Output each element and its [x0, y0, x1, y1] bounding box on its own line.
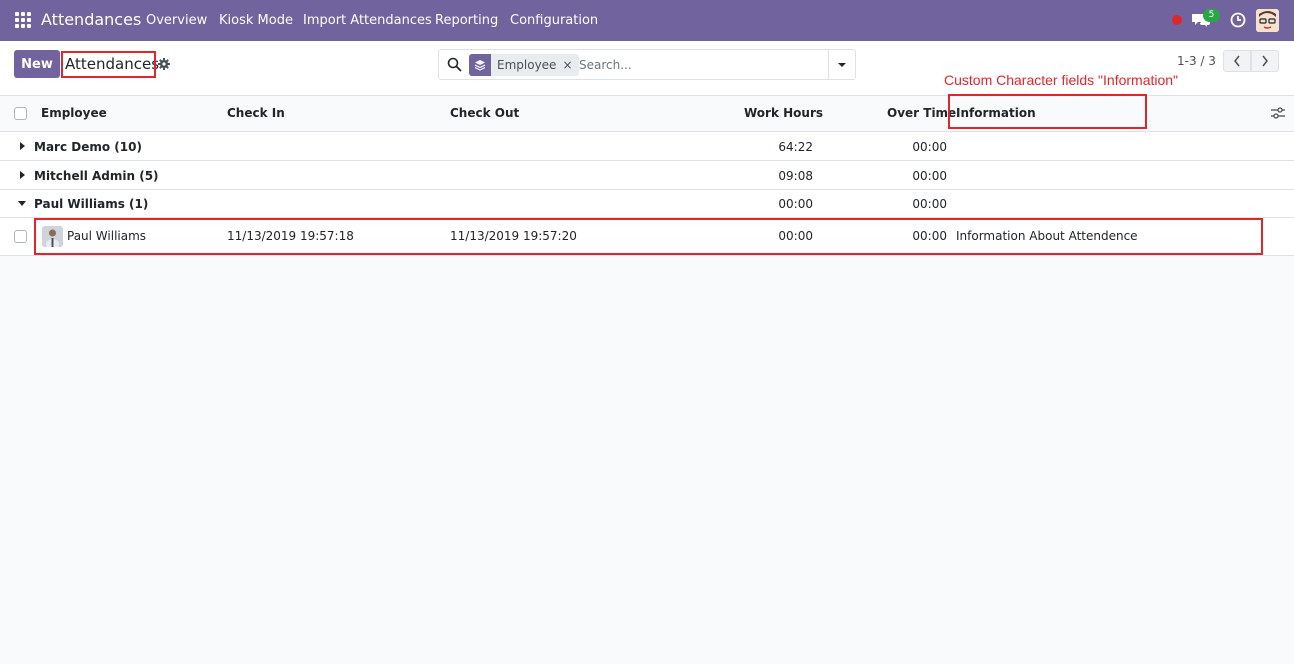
column-check-in[interactable]: Check In	[227, 106, 285, 120]
column-options-icon[interactable]	[1271, 107, 1285, 119]
title-highlight-box	[61, 51, 156, 78]
column-over-time[interactable]: Over Time	[887, 106, 956, 120]
caret-right-icon	[20, 171, 25, 179]
apps-grid-icon[interactable]	[15, 12, 31, 28]
record-highlight-box	[34, 218, 1263, 255]
group-by-layers-icon	[469, 54, 491, 76]
top-navbar: Attendances Overview Kiosk Mode Import A…	[0, 0, 1294, 41]
information-highlight-box	[948, 94, 1147, 129]
caret-down-icon	[838, 62, 846, 67]
select-all-checkbox[interactable]	[14, 107, 27, 120]
menu-kiosk-mode[interactable]: Kiosk Mode	[219, 13, 293, 28]
annotation-text: Custom Character fields "Information"	[944, 72, 1179, 88]
chevron-left-icon	[1234, 55, 1240, 67]
group-label: Mitchell Admin (5)	[34, 169, 159, 183]
row-checkbox[interactable]	[14, 230, 27, 243]
column-work-hours[interactable]: Work Hours	[744, 106, 823, 120]
menu-configuration[interactable]: Configuration	[510, 13, 598, 28]
search-options-toggle[interactable]	[828, 50, 855, 79]
group-work-hours: 64:22	[778, 140, 813, 154]
caret-down-icon	[18, 201, 26, 206]
menu-import-attendances[interactable]: Import Attendances	[303, 13, 432, 28]
group-over-time: 00:00	[912, 169, 947, 183]
facet-label: Employee	[497, 58, 557, 72]
group-work-hours: 09:08	[778, 169, 813, 183]
record-dot-icon[interactable]	[1172, 15, 1182, 25]
gear-icon[interactable]	[158, 58, 170, 70]
facet-close-icon[interactable]: ×	[562, 54, 578, 76]
menu-reporting[interactable]: Reporting	[435, 13, 498, 28]
pager-previous-button[interactable]	[1223, 50, 1251, 72]
group-label: Marc Demo (10)	[34, 140, 142, 154]
group-over-time: 00:00	[912, 197, 947, 211]
caret-right-icon	[20, 142, 25, 150]
new-button[interactable]: New	[14, 50, 60, 78]
group-row-paul-williams[interactable]: Paul Williams (1) 00:00 00:00	[0, 190, 1294, 218]
chevron-right-icon	[1262, 55, 1268, 67]
group-over-time: 00:00	[912, 140, 947, 154]
control-panel: New Attendances Employee × Search... 1-3…	[0, 41, 1294, 96]
user-avatar[interactable]	[1256, 9, 1279, 32]
search-icon[interactable]	[447, 57, 462, 72]
search-bar: Employee ×	[438, 49, 856, 80]
group-label: Paul Williams (1)	[34, 197, 149, 211]
pager-next-button[interactable]	[1251, 50, 1279, 72]
pager-value[interactable]: 1-3 / 3	[1177, 54, 1216, 68]
chat-count-badge: 5	[1203, 9, 1220, 22]
group-row-marc-demo[interactable]: Marc Demo (10) 64:22 00:00	[0, 132, 1294, 161]
group-row-mitchell-admin[interactable]: Mitchell Admin (5) 09:08 00:00	[0, 161, 1294, 190]
menu-overview[interactable]: Overview	[146, 13, 207, 28]
group-work-hours: 00:00	[778, 197, 813, 211]
column-employee[interactable]: Employee	[41, 106, 107, 120]
search-facet-employee: Employee ×	[469, 54, 579, 76]
search-input[interactable]	[579, 55, 824, 75]
app-title[interactable]: Attendances	[41, 10, 141, 29]
column-check-out[interactable]: Check Out	[450, 106, 519, 120]
clock-icon[interactable]	[1230, 12, 1246, 28]
